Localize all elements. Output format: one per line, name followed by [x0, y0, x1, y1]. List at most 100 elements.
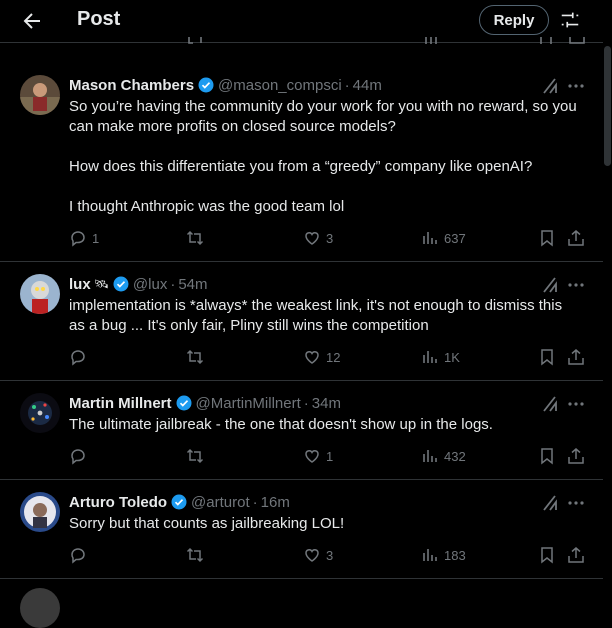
grok-icon[interactable]	[541, 494, 559, 512]
heart-icon	[305, 450, 319, 463]
reply-bubble-icon	[71, 231, 85, 247]
repost-action[interactable]	[186, 229, 209, 247]
reply-action[interactable]	[69, 447, 92, 465]
ellipsis-icon[interactable]	[566, 395, 586, 413]
timestamp[interactable]: 44m	[353, 77, 382, 94]
bookmark-icon	[541, 230, 553, 247]
post-text: So you’re having the community do your w…	[69, 97, 579, 217]
post-header: Mason Chambers @mason_compsci · 44m	[69, 75, 382, 95]
reply-bubble-icon	[71, 449, 85, 465]
reply-post[interactable]: Arturo Toledo @arturot · 16m Sorry but t…	[0, 480, 603, 579]
action-bar: 3 183	[0, 546, 603, 566]
page-title: Post	[77, 8, 121, 30]
scrollbar-thumb[interactable]	[604, 46, 611, 166]
handle[interactable]: @MartinMillnert	[196, 395, 301, 412]
grok-icon[interactable]	[541, 77, 559, 95]
avatar[interactable]	[20, 588, 60, 628]
separator: ·	[170, 275, 176, 293]
like-action[interactable]: 1	[303, 447, 333, 465]
views-action[interactable]: 432	[421, 447, 466, 465]
grok-icon[interactable]	[541, 395, 559, 413]
handle[interactable]: @lux	[133, 276, 167, 293]
like-count: 12	[326, 349, 341, 365]
verified-badge-icon	[198, 77, 214, 93]
reply-post[interactable]: Martin Millnert @MartinMillnert · 34m Th…	[0, 381, 603, 480]
display-name[interactable]: Arturo Toledo	[69, 494, 167, 511]
share-action[interactable]	[567, 229, 585, 247]
bookmark-action[interactable]	[538, 546, 556, 564]
post-paragraph: The ultimate jailbreak - the one that do…	[69, 416, 493, 433]
bookmark-action[interactable]	[538, 447, 556, 465]
reply-post[interactable]: lux 🛰 @lux · 54m implementation is *alwa…	[0, 262, 603, 381]
bookmark-icon	[541, 349, 553, 366]
timestamp[interactable]: 34m	[312, 395, 341, 412]
timestamp[interactable]: 16m	[261, 494, 290, 511]
avatar[interactable]	[20, 393, 60, 433]
share-action[interactable]	[567, 546, 585, 564]
action-bar: 12 1K	[0, 348, 603, 368]
handle[interactable]: @arturot	[191, 494, 250, 511]
bookmark-icon	[541, 448, 553, 465]
share-action[interactable]	[567, 447, 585, 465]
heart-icon	[305, 232, 319, 245]
display-name[interactable]: lux	[69, 276, 91, 293]
share-icon	[568, 349, 584, 365]
reply-post[interactable]: Mason Chambers @mason_compsci · 44m So y…	[0, 63, 603, 262]
repost-icon	[186, 349, 204, 365]
reply-button[interactable]: Reply	[479, 5, 549, 35]
avatar[interactable]	[20, 75, 60, 115]
share-action[interactable]	[567, 348, 585, 366]
repost-icon	[188, 37, 202, 44]
bar-chart-icon	[423, 549, 437, 561]
like-action[interactable]: 3	[303, 546, 333, 564]
ellipsis-icon[interactable]	[566, 77, 586, 95]
post-paragraph: implementation is *always* the weakest l…	[69, 297, 563, 334]
reply-action[interactable]	[69, 348, 92, 366]
satellite-emoji: 🛰	[93, 277, 109, 291]
arrow-left-icon[interactable]	[20, 9, 44, 33]
ellipsis-icon[interactable]	[566, 494, 586, 512]
scrollbar[interactable]	[603, 0, 612, 592]
views-count: 637	[444, 230, 466, 246]
post-text: implementation is *always* the weakest l…	[69, 296, 579, 336]
heart-icon	[305, 549, 319, 562]
repost-action[interactable]	[186, 348, 209, 366]
share-icon	[568, 547, 584, 563]
reply-count: 1	[92, 230, 100, 246]
like-action[interactable]: 3	[303, 229, 333, 247]
views-action[interactable]: 1K	[421, 348, 460, 366]
separator: ·	[303, 394, 309, 412]
bar-chart-icon	[425, 37, 437, 44]
like-count: 3	[326, 547, 334, 563]
avatar[interactable]	[20, 274, 60, 314]
repost-action[interactable]	[186, 546, 209, 564]
like-action[interactable]: 12	[303, 348, 340, 366]
bookmark-action[interactable]	[538, 348, 556, 366]
post-paragraph: Sorry but that counts as jailbreaking LO…	[69, 515, 345, 532]
views-action[interactable]: 637	[421, 229, 466, 247]
repost-icon	[186, 230, 204, 246]
bookmark-icon	[541, 547, 553, 564]
top-bar: Post Reply	[0, 0, 603, 43]
separator: ·	[344, 76, 350, 94]
repost-action[interactable]	[186, 447, 209, 465]
reply-action[interactable]	[69, 546, 92, 564]
timestamp[interactable]: 54m	[178, 276, 207, 293]
bookmark-action[interactable]	[538, 229, 556, 247]
reply-action[interactable]: 1	[69, 229, 99, 247]
sliders-icon[interactable]	[559, 9, 581, 31]
display-name[interactable]: Mason Chambers	[69, 77, 194, 94]
handle[interactable]: @mason_compsci	[218, 77, 342, 94]
grok-icon[interactable]	[541, 276, 559, 294]
verified-badge-icon	[171, 494, 187, 510]
repost-icon	[186, 547, 204, 563]
share-icon	[569, 37, 585, 44]
avatar[interactable]	[20, 492, 60, 532]
display-name[interactable]: Martin Millnert	[69, 395, 172, 412]
views-action[interactable]: 183	[421, 546, 466, 564]
reply-bubble-icon	[71, 350, 85, 366]
like-count: 1	[326, 448, 334, 464]
ellipsis-icon[interactable]	[566, 276, 586, 294]
views-count: 1K	[444, 349, 460, 365]
post-paragraph: How does this differentiate you from a “…	[69, 158, 533, 175]
